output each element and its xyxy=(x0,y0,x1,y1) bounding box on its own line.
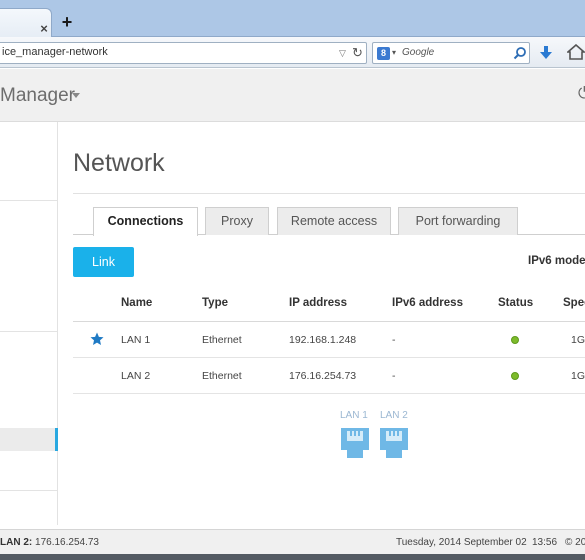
status-interface: LAN 2: 176.16.254.73 xyxy=(0,537,99,548)
column-header-status[interactable]: Status xyxy=(498,297,533,309)
app-title[interactable]: Manager xyxy=(0,85,75,107)
tab-connections[interactable]: Connections xyxy=(93,207,198,236)
history-dropdown-icon[interactable]: ▽ xyxy=(339,48,349,58)
tab-port-forwarding[interactable]: Port forwarding xyxy=(398,207,518,235)
status-interface-label: LAN 2: xyxy=(0,537,33,548)
cell-speed: 1G xyxy=(571,334,585,346)
google-engine-icon[interactable]: 8 xyxy=(377,47,390,60)
status-date: Tuesday, 2014 September 02 xyxy=(396,537,527,548)
home-icon[interactable] xyxy=(567,44,585,60)
cell-type: Ethernet xyxy=(202,370,242,382)
cell-name: LAN 2 xyxy=(121,370,151,382)
ipv6-mode-label[interactable]: IPv6 mode xyxy=(528,255,585,267)
engine-dropdown-icon[interactable]: ▾ xyxy=(392,48,396,57)
column-header-type[interactable]: Type xyxy=(202,297,228,309)
ethernet-port-icon[interactable] xyxy=(378,426,410,460)
tab-proxy[interactable]: Proxy xyxy=(205,207,269,235)
status-copyright: © 20 xyxy=(565,537,585,548)
column-header-ipv6[interactable]: IPv6 address xyxy=(392,297,463,309)
browser-navbar: ice_manager-network ▽ ↻ 8 ▾ Google xyxy=(0,37,585,68)
tab-remote-access[interactable]: Remote access xyxy=(277,207,391,235)
status-up-icon xyxy=(511,336,519,344)
cell-ipv6: - xyxy=(392,370,396,382)
search-placeholder: Google xyxy=(402,47,435,58)
table-row[interactable]: LAN 1 Ethernet 192.168.1.248 - 1G xyxy=(73,322,585,358)
tab-bar: Connections Proxy Remote access Port for… xyxy=(73,207,585,236)
address-bar[interactable]: ice_manager-network ▽ ↻ xyxy=(0,42,367,64)
sidebar-divider xyxy=(0,490,57,491)
cell-ipv6: - xyxy=(392,334,396,346)
address-bar-text: ice_manager-network xyxy=(2,46,108,58)
window-bottom-edge xyxy=(0,554,585,560)
new-tab-icon[interactable]: + xyxy=(60,13,74,31)
column-header-speed[interactable]: Speed xyxy=(563,297,585,309)
port-label-lan1: LAN 1 xyxy=(340,410,368,421)
close-tab-icon[interactable]: × xyxy=(38,22,50,35)
browser-tab[interactable]: × xyxy=(0,8,52,37)
status-interface-ip: 176.16.254.73 xyxy=(35,537,99,548)
port-diagram: LAN 1 LAN 2 xyxy=(338,408,414,464)
sidebar-divider xyxy=(0,331,57,332)
app-header: Manager ⏻ xyxy=(0,69,585,122)
cell-ip: 192.168.1.248 xyxy=(289,334,357,346)
table-row[interactable]: LAN 2 Ethernet 176.16.254.73 - 1G xyxy=(73,358,585,394)
cell-speed: 1G xyxy=(571,370,585,382)
sidebar-item-network[interactable] xyxy=(0,428,58,451)
status-bar: LAN 2: 176.16.254.73 Tuesday, 2014 Septe… xyxy=(0,529,585,554)
cell-ip: 176.16.254.73 xyxy=(289,370,357,382)
reload-icon[interactable]: ↻ xyxy=(352,46,364,60)
power-icon[interactable]: ⏻ xyxy=(578,85,585,103)
ethernet-port-icon[interactable] xyxy=(339,426,371,460)
status-time: 13:56 xyxy=(532,537,558,548)
cell-name: LAN 1 xyxy=(121,334,151,346)
column-header-ip[interactable]: IP address xyxy=(289,297,347,309)
sidebar xyxy=(0,122,58,525)
cell-type: Ethernet xyxy=(202,334,242,346)
title-divider xyxy=(73,193,585,194)
app-menu-caret-icon[interactable] xyxy=(72,93,80,98)
link-button[interactable]: Link xyxy=(73,247,134,277)
search-bar[interactable]: 8 ▾ Google xyxy=(372,42,530,64)
port-label-lan2: LAN 2 xyxy=(380,410,408,421)
page-title: Network xyxy=(73,149,165,177)
status-up-icon xyxy=(511,372,519,380)
download-icon[interactable] xyxy=(539,45,553,61)
star-icon[interactable] xyxy=(90,332,104,346)
sidebar-divider xyxy=(0,200,57,201)
column-header-name[interactable]: Name xyxy=(121,297,152,309)
search-icon[interactable] xyxy=(513,46,527,60)
browser-tabstrip: × + xyxy=(0,0,585,37)
